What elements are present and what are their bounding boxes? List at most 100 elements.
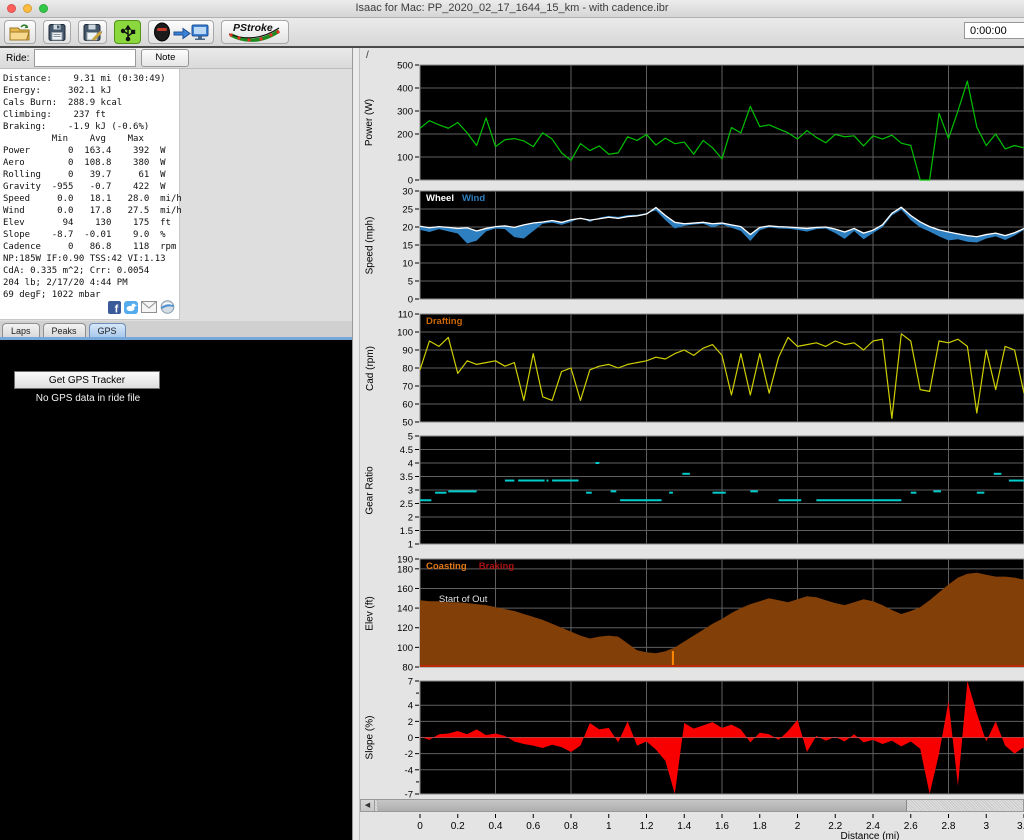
svg-text:3: 3 — [983, 821, 989, 832]
svg-text:3.2: 3.2 — [1017, 821, 1024, 832]
svg-text:0: 0 — [408, 733, 413, 744]
svg-text:2: 2 — [408, 513, 413, 524]
google-earth-icon[interactable] — [160, 300, 175, 314]
slope-chart[interactable]: -7-4-20247 — [374, 676, 1024, 799]
panel-divider[interactable] — [352, 48, 360, 840]
window-title: Isaac for Mac: PP_2020_02_17_1644_15_km … — [355, 2, 668, 14]
svg-text:1.4: 1.4 — [677, 821, 691, 832]
gear-ratio-panel: Gear Ratio 11.522.533.544.55 — [360, 431, 1024, 549]
svg-text:0: 0 — [408, 295, 413, 306]
cadence-chart[interactable]: 5060708090100110Drafting — [374, 309, 1024, 427]
svg-text:80: 80 — [402, 364, 413, 375]
svg-text:0.8: 0.8 — [564, 821, 578, 832]
svg-text:0.6: 0.6 — [526, 821, 540, 832]
cadence-panel: Cad (rpm) 5060708090100110Drafting — [360, 309, 1024, 427]
zoom-window-button[interactable] — [39, 4, 48, 13]
svg-text:190: 190 — [397, 555, 413, 566]
svg-text:80: 80 — [402, 663, 413, 674]
svg-text:200: 200 — [397, 130, 413, 141]
scrollbar-thumb[interactable] — [377, 800, 907, 811]
get-gps-tracker-button[interactable]: Get GPS Tracker — [14, 371, 160, 389]
svg-text:0.4: 0.4 — [489, 821, 503, 832]
svg-text:5: 5 — [408, 432, 413, 443]
save-icon — [47, 23, 67, 42]
tab-laps[interactable]: Laps — [2, 323, 40, 337]
email-icon[interactable] — [141, 301, 157, 313]
ride-row: Ride: Note — [0, 48, 352, 69]
svg-text:5: 5 — [408, 277, 413, 288]
open-file-button[interactable] — [4, 20, 36, 44]
pstroke-icon: PStroke — [225, 21, 285, 43]
svg-text:1: 1 — [606, 821, 612, 832]
svg-text:-4: -4 — [405, 765, 413, 776]
svg-text:2: 2 — [408, 717, 413, 728]
svg-text:4: 4 — [408, 701, 413, 712]
svg-text:180: 180 — [397, 564, 413, 575]
save-as-icon — [82, 23, 103, 42]
facebook-icon[interactable]: f — [108, 301, 121, 314]
ride-stats: Distance: 9.31 mi (0:30:49) Energy: 302.… — [3, 73, 179, 301]
svg-text:25: 25 — [402, 205, 413, 216]
distance-axis: 00.20.40.60.811.21.41.61.822.22.42.62.83… — [374, 813, 1024, 840]
elevation-panel: Elev (ft) 80100120140160180190Start of O… — [360, 554, 1024, 672]
scroll-left-arrow-icon[interactable]: ◀ — [361, 800, 375, 811]
save-as-button[interactable] — [78, 20, 107, 44]
twitter-icon[interactable] — [124, 301, 138, 314]
gear-ratio-chart[interactable]: 11.522.533.544.55 — [374, 431, 1024, 549]
ride-name-input[interactable] — [34, 49, 136, 67]
svg-text:2.6: 2.6 — [904, 821, 918, 832]
svg-text:10: 10 — [402, 259, 413, 270]
svg-text:15: 15 — [402, 241, 413, 252]
scrollbar-track[interactable] — [375, 800, 1023, 811]
svg-text:-2: -2 — [405, 749, 413, 760]
svg-text:1: 1 — [408, 540, 413, 551]
svg-text:100: 100 — [397, 328, 413, 339]
device-to-computer-button[interactable] — [148, 20, 214, 44]
svg-text:30: 30 — [402, 187, 413, 198]
chart-area: / Power (W) 0100200300400500 Speed (mph)… — [360, 48, 1024, 840]
svg-text:100: 100 — [397, 153, 413, 164]
ride-timer-field[interactable]: 0:00:00 — [964, 22, 1024, 39]
close-window-button[interactable] — [7, 4, 16, 13]
elevation-chart[interactable]: 80100120140160180190Start of OutCoasting… — [374, 554, 1024, 672]
svg-text:1.8: 1.8 — [753, 821, 767, 832]
horizontal-scrollbar[interactable]: ◀ — [360, 799, 1024, 812]
save-button[interactable] — [43, 20, 71, 44]
ride-summary-box: Distance: 9.31 mi (0:30:49) Energy: 302.… — [0, 69, 180, 320]
svg-text:Distance (mi): Distance (mi) — [841, 831, 900, 840]
pstroke-label: PStroke — [233, 22, 273, 34]
minimize-window-button[interactable] — [23, 4, 32, 13]
power-panel: Power (W) 0100200300400500 — [360, 60, 1024, 185]
speed-chart[interactable]: 051015202530WheelWind — [374, 186, 1024, 304]
svg-text:160: 160 — [397, 584, 413, 595]
window-controls — [7, 4, 48, 13]
pstroke-button[interactable]: PStroke — [221, 20, 289, 44]
tab-gps[interactable]: GPS — [89, 323, 126, 337]
svg-text:0.2: 0.2 — [451, 821, 465, 832]
ride-label: Ride: — [6, 53, 29, 64]
svg-text:500: 500 — [397, 61, 413, 72]
svg-text:0: 0 — [417, 821, 423, 832]
share-icons: f — [108, 300, 175, 314]
svg-text:60: 60 — [402, 400, 413, 411]
toolbar: PStroke 0:00:00 — [0, 18, 1024, 48]
svg-text:1.6: 1.6 — [715, 821, 729, 832]
speed-panel: Speed (mph) 051015202530WheelWind — [360, 186, 1024, 304]
usb-download-button[interactable] — [114, 20, 141, 44]
svg-text:1.2: 1.2 — [640, 821, 654, 832]
tab-bar: Laps Peaks GPS — [0, 321, 354, 340]
title-bar: Isaac for Mac: PP_2020_02_17_1644_15_km … — [0, 0, 1024, 18]
svg-text:140: 140 — [397, 604, 413, 615]
svg-text:70: 70 — [402, 382, 413, 393]
svg-text:Braking: Braking — [479, 561, 515, 572]
gps-status-message: No GPS data in ride file — [0, 393, 176, 404]
usb-icon — [119, 23, 137, 42]
svg-text:7: 7 — [408, 677, 413, 688]
tab-peaks[interactable]: Peaks — [43, 323, 86, 337]
power-chart[interactable]: 0100200300400500 — [374, 60, 1024, 185]
note-button[interactable]: Note — [141, 49, 189, 67]
svg-text:90: 90 — [402, 346, 413, 357]
svg-text:3: 3 — [408, 486, 413, 497]
svg-text:300: 300 — [397, 107, 413, 118]
svg-text:120: 120 — [397, 623, 413, 634]
